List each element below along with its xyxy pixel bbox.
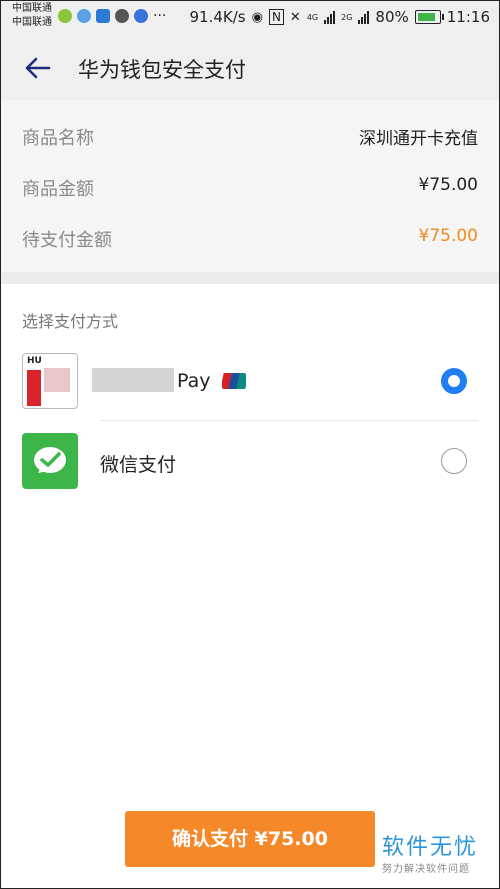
mute-icon: ✕ bbox=[289, 9, 301, 25]
wechat-pay-label: 微信支付 bbox=[100, 454, 177, 476]
order-row: 商品名称 深圳通开卡充值 bbox=[22, 124, 478, 154]
product-amount-label: 商品金额 bbox=[22, 179, 94, 200]
carrier-2: 中国联通 bbox=[12, 17, 52, 28]
obscured-text bbox=[44, 368, 70, 392]
amount-due-value: ¥75.00 bbox=[418, 226, 478, 246]
radio-selected[interactable] bbox=[441, 368, 467, 394]
back-arrow-icon[interactable] bbox=[22, 52, 54, 84]
music-icon bbox=[77, 9, 91, 23]
app-store-icon bbox=[96, 9, 110, 23]
baidu-icon bbox=[134, 9, 148, 23]
clock: 11:16 bbox=[446, 8, 490, 26]
order-row: 商品金额 ¥75.00 bbox=[22, 175, 478, 205]
radio-unselected[interactable] bbox=[441, 448, 467, 474]
watermark-subtitle: 努力解决软件问题 bbox=[382, 864, 470, 875]
camera-icon bbox=[115, 9, 129, 23]
network-type-1: 4G bbox=[306, 12, 319, 22]
signal-icon-2 bbox=[358, 10, 370, 24]
system-status: 91.4K/s ◉ N ✕ 4G 2G 80% 11:16 bbox=[189, 8, 490, 26]
section-divider bbox=[0, 272, 500, 284]
huawei-pay-label: Pay bbox=[177, 370, 211, 392]
unionpay-icon bbox=[222, 373, 246, 389]
confirm-pay-button[interactable]: 确认支付 ¥75.00 bbox=[125, 811, 375, 867]
app-header: 华为钱包安全支付 bbox=[0, 36, 500, 100]
app-notification-icon bbox=[58, 9, 72, 23]
watermark: 软件无忧 努力解决软件问题 bbox=[376, 829, 488, 877]
product-amount-value: ¥75.00 bbox=[418, 175, 478, 195]
net-speed: 91.4K/s bbox=[189, 8, 246, 26]
watermark-title: 软件无忧 bbox=[382, 835, 479, 860]
obscured-text bbox=[118, 368, 174, 392]
carrier-1: 中国联通 bbox=[12, 3, 52, 14]
amount-due-label: 待支付金额 bbox=[22, 230, 112, 251]
battery-icon bbox=[414, 10, 444, 24]
status-bar: 中国联通 中国联通 ··· 91.4K/s ◉ N ✕ 4G 2G 80% 11… bbox=[0, 0, 500, 36]
wechat-icon bbox=[34, 447, 66, 473]
payment-option-wechat-pay[interactable]: 微信支付 bbox=[0, 426, 500, 496]
carrier-labels: 中国联通 中国联通 bbox=[12, 2, 52, 30]
payment-option-huawei-pay[interactable]: HU Pay bbox=[0, 346, 500, 416]
more-notifications-icon: ··· bbox=[153, 8, 167, 24]
product-name-label: 商品名称 bbox=[22, 128, 94, 149]
nfc-icon: N bbox=[268, 9, 284, 25]
signal-icon bbox=[324, 10, 336, 24]
wechat-pay-logo bbox=[22, 433, 78, 489]
obscured-text bbox=[92, 368, 118, 392]
order-info: 商品名称 深圳通开卡充值 商品金额 ¥75.00 待支付金额 ¥75.00 bbox=[0, 100, 500, 272]
product-name-value: 深圳通开卡充值 bbox=[359, 129, 478, 149]
notification-icons: ··· bbox=[58, 8, 166, 24]
order-row: 待支付金额 ¥75.00 bbox=[22, 226, 478, 256]
battery-percent: 80% bbox=[375, 8, 409, 26]
list-divider bbox=[100, 420, 478, 421]
network-type-2: 2G bbox=[341, 12, 353, 22]
hotspot-icon: ◉ bbox=[251, 9, 263, 25]
page-title: 华为钱包安全支付 bbox=[78, 58, 246, 82]
payment-section-title: 选择支付方式 bbox=[22, 312, 119, 331]
